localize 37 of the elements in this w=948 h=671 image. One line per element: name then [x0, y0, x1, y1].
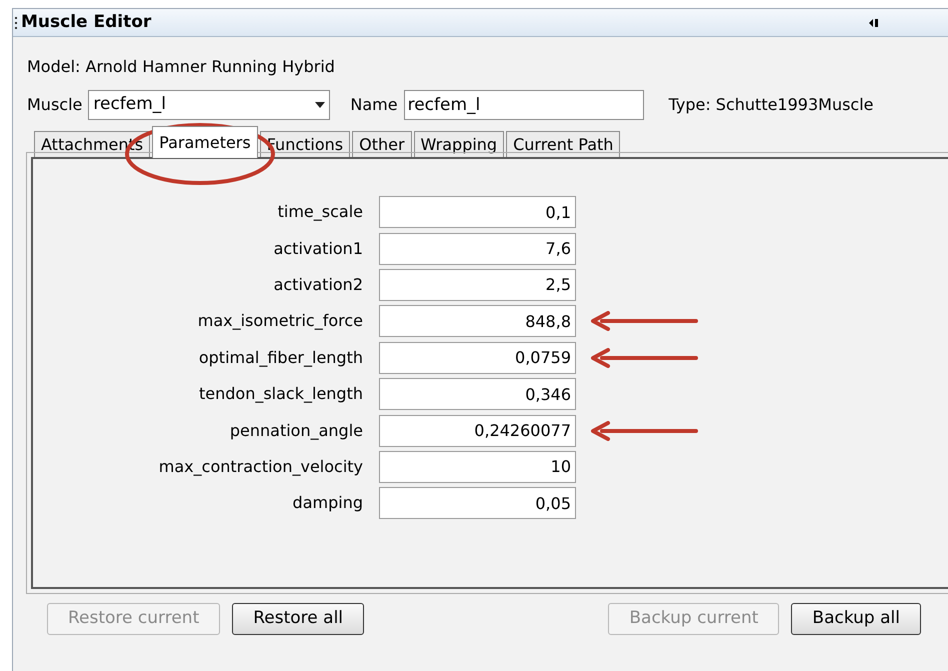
parameter-field[interactable]: 0,24260077: [379, 414, 576, 447]
arrow-icon: [590, 348, 698, 368]
pin-icon[interactable]: [869, 18, 879, 26]
dropdown-arrow-icon: [315, 102, 326, 108]
muscle-label: Muscle: [27, 94, 82, 116]
parameter-field[interactable]: 0,0759: [379, 342, 576, 374]
model-label: Model: Arnold Hamner Running Hybrid: [27, 56, 336, 78]
parameter-field[interactable]: 0,05: [379, 487, 576, 520]
parameter-label: damping: [292, 492, 363, 514]
grip-icon: [15, 16, 18, 28]
name-field[interactable]: recfem_l: [404, 90, 644, 120]
parameter-label: tendon_slack_length: [198, 383, 363, 406]
parameter-label: pennation_angle: [228, 420, 363, 442]
tab[interactable]: Other: [352, 131, 412, 157]
arrow-icon: [590, 311, 698, 332]
parameter-field[interactable]: 2,5: [379, 268, 576, 301]
parameter-label: max_contraction_velocity: [158, 456, 363, 478]
parameter-label: time_scale: [276, 201, 363, 224]
parameter-label: max_isometric_force: [196, 310, 363, 332]
parameter-field[interactable]: 7,6: [379, 232, 576, 265]
type-label: Type: Schutte1993Muscle: [668, 94, 874, 116]
arrow-icon: [590, 420, 698, 441]
tab[interactable]: Current Path: [506, 131, 620, 157]
parameter-field[interactable]: 848,8: [379, 305, 576, 338]
tab[interactable]: Parameters: [152, 126, 258, 158]
parameter-label: activation2: [272, 274, 363, 296]
window-title: Muscle Editor: [21, 10, 152, 34]
name-label: Name: [350, 94, 398, 116]
muscle-dropdown[interactable]: recfem_l: [88, 90, 330, 120]
parameter-label: activation1: [272, 238, 363, 260]
tab[interactable]: Wrapping: [414, 131, 504, 157]
parameter-field[interactable]: 10: [379, 450, 576, 483]
action-button[interactable]: Backup all: [791, 603, 921, 635]
parameter-field[interactable]: 0,346: [379, 378, 576, 410]
action-button[interactable]: Restore all: [232, 603, 364, 635]
parameter-field[interactable]: 0,1: [379, 196, 576, 228]
parameter-label: optimal_fiber_length: [198, 346, 363, 369]
